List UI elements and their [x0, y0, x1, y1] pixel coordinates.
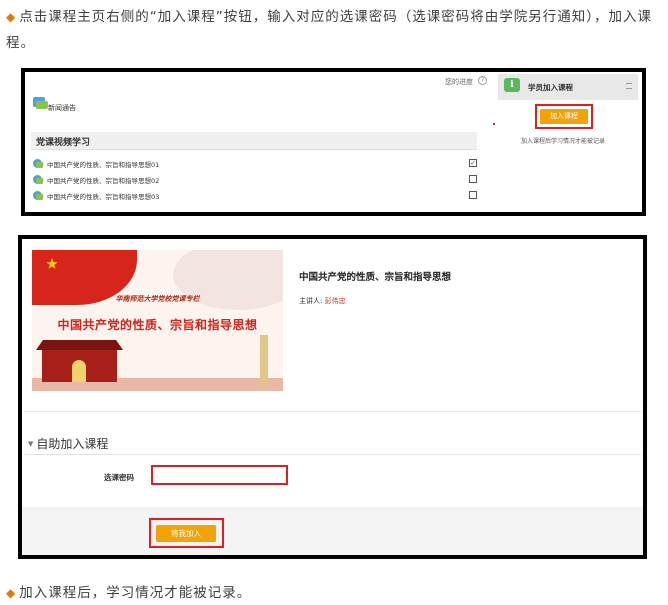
enroll-block: i 学员加入课程 加入课程 加入课程后学习情况才能被记录	[495, 72, 642, 212]
enrol-key-input[interactable]	[151, 465, 288, 485]
help-icon[interactable]: ?	[478, 76, 487, 85]
course-title[interactable]: 中国共产党的性质、宗旨和指导思想	[299, 269, 451, 283]
news-forum-link[interactable]: 新闻通告	[48, 103, 76, 113]
lecturer-line: 主讲人: 彭伟忠	[299, 296, 346, 306]
form-footer	[22, 507, 643, 555]
enroll-block-title: 学员加入课程	[528, 83, 573, 92]
course-home-screenshot: 您的进度 ? 新闻通告 党课视频学习 中国共产党的性质、宗旨和指导思想01 ✓ …	[21, 68, 646, 216]
enroll-button-highlight: 加入课程	[535, 104, 593, 129]
lecturer-name-link[interactable]: 彭伟忠	[325, 297, 346, 305]
pillar-icon	[260, 335, 268, 385]
course-banner-image: 华南师范大学党校党课专栏 中国共产党的性质、宗旨和指导思想	[32, 250, 283, 391]
video-lesson-icon	[33, 159, 43, 168]
diamond-bullet-icon: ◆	[6, 10, 17, 24]
self-enrol-title: 自助加入课程	[36, 437, 109, 451]
lesson-item[interactable]: 中国共产党的性质、宗旨和指导思想02	[31, 174, 477, 186]
divider	[24, 411, 641, 412]
news-forum-icon	[33, 97, 48, 109]
course-content-area: 您的进度 ? 新闻通告 党课视频学习 中国共产党的性质、宗旨和指导思想01 ✓ …	[25, 72, 495, 212]
banner-title: 中国共产党的性质、宗旨和指导思想	[57, 318, 258, 332]
info-icon: i	[504, 78, 520, 92]
completion-checkbox[interactable]	[469, 175, 477, 183]
block-menu-icon[interactable]	[626, 83, 632, 89]
enrol-key-label: 选课密码	[104, 473, 134, 482]
instruction-step-2-text: 加入课程后，学习情况才能被记录。	[19, 585, 252, 601]
tiananmen-gate-icon	[42, 350, 117, 382]
enroll-note: 加入课程后学习情况才能被记录	[521, 138, 606, 145]
self-enrol-screenshot: 华南师范大学党校党课专栏 中国共产党的性质、宗旨和指导思想 中国共产党的性质、宗…	[18, 235, 647, 559]
enrol-me-button[interactable]: 将我加入	[156, 525, 216, 542]
instruction-step-1-text: 点击课程主页右侧的“加入课程”按钮，输入对应的选课密码（选课密码将由学院另行通知…	[6, 9, 652, 51]
divider	[24, 454, 641, 455]
video-lesson-icon	[33, 191, 43, 200]
diamond-bullet-icon: ◆	[6, 586, 17, 600]
instruction-step-1: ◆ 点击课程主页右侧的“加入课程”按钮，输入对应的选课密码（选课密码将由学院另行通…	[6, 4, 662, 56]
lesson-item[interactable]: 中国共产党的性质、宗旨和指导思想03	[31, 190, 477, 202]
enroll-course-button[interactable]: 加入课程	[540, 109, 588, 124]
collapse-triangle-icon[interactable]: ▼	[28, 440, 33, 448]
lesson-title[interactable]: 中国共产党的性质、宗旨和指导思想02	[47, 175, 159, 185]
completion-checkbox[interactable]: ✓	[469, 159, 477, 167]
instruction-step-2: ◆ 加入课程后，学习情况才能被记录。	[6, 580, 251, 605]
lecturer-label: 主讲人:	[299, 297, 325, 305]
section-header: 党课视频学习	[31, 132, 477, 150]
self-enrol-heading[interactable]: ▼ 自助加入课程	[28, 435, 108, 452]
join-button-highlight: 将我加入	[149, 518, 224, 548]
lesson-title[interactable]: 中国共产党的性质、宗旨和指导思想01	[47, 159, 159, 169]
enroll-block-header: i 学员加入课程	[498, 74, 638, 100]
section-title: 党课视频学习	[36, 138, 91, 148]
banner-school-name: 华南师范大学党校党课专栏	[115, 295, 200, 303]
lesson-title[interactable]: 中国共产党的性质、宗旨和指导思想03	[47, 191, 159, 201]
video-lesson-icon	[33, 175, 43, 184]
progress-label: 您的进度	[445, 78, 473, 86]
completion-checkbox[interactable]	[469, 191, 477, 199]
lesson-item[interactable]: 中国共产党的性质、宗旨和指导思想01 ✓	[31, 158, 477, 170]
